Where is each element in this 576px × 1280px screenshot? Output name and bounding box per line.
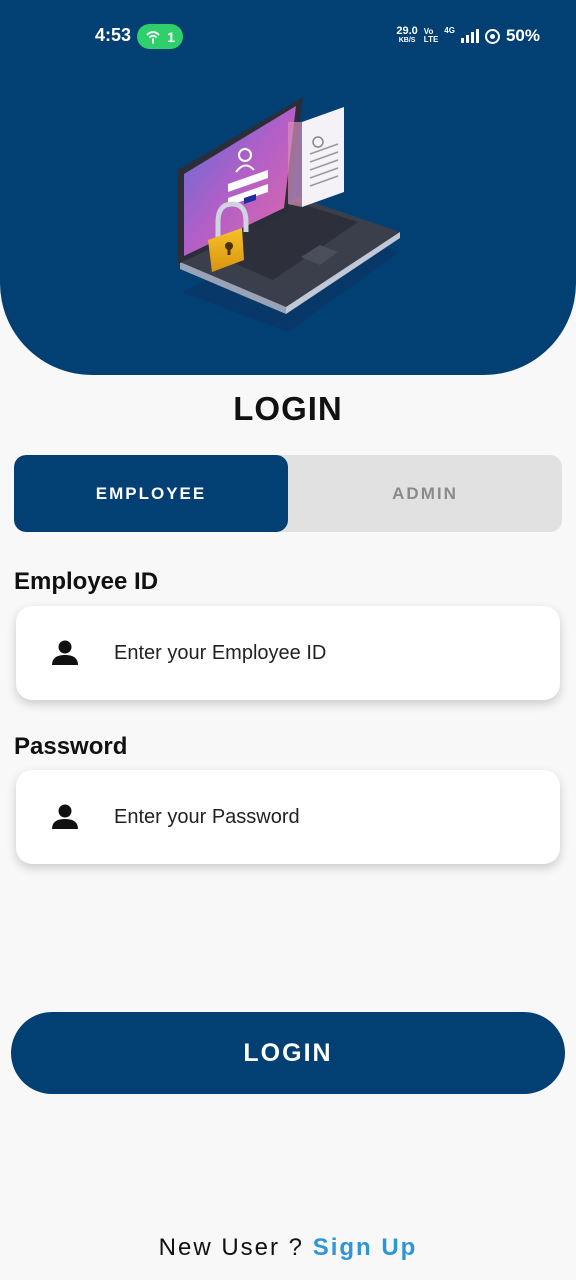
- hotspot-icon: [146, 30, 160, 43]
- status-bar: 4:53 1 29.0 KB/S Vo LTE 4G 50%: [0, 0, 576, 72]
- signal-icon: [460, 29, 479, 43]
- status-indicators: 29.0 KB/S Vo LTE 4G 50%: [396, 26, 540, 46]
- tab-admin[interactable]: ADMIN: [288, 455, 562, 532]
- network-type: 4G: [444, 26, 455, 35]
- new-user-text: New User ?: [158, 1234, 313, 1261]
- speed-value: 29.0: [396, 25, 418, 37]
- login-screen: 4:53 1 29.0 KB/S Vo LTE 4G 50% LOGIN EMP…: [0, 0, 576, 1280]
- status-time: 4:53: [95, 25, 132, 45]
- hotspot-count: 1: [167, 28, 175, 45]
- volte-indicator: Vo LTE: [424, 28, 439, 44]
- employee-id-label: Employee ID: [14, 568, 159, 595]
- employee-id-field[interactable]: [16, 606, 560, 700]
- hotspot-badge: 1: [137, 24, 183, 49]
- battery-saver-icon: [484, 28, 500, 44]
- role-tabs: EMPLOYEE ADMIN: [14, 455, 562, 532]
- password-field[interactable]: [16, 770, 560, 864]
- network-speed: 29.0 KB/S: [396, 25, 418, 45]
- page-title: LOGIN: [233, 390, 343, 427]
- password-input[interactable]: [114, 805, 534, 829]
- password-label: Password: [14, 733, 128, 760]
- speed-unit: KB/S: [398, 37, 416, 44]
- login-button[interactable]: LOGIN: [11, 1012, 565, 1094]
- battery-level: 50%: [505, 26, 540, 45]
- volte-bottom: LTE: [423, 35, 439, 44]
- employee-id-input[interactable]: [114, 641, 534, 665]
- person-icon: [52, 804, 78, 829]
- laptop-lock-illustration: [178, 97, 400, 332]
- header-banner: 4:53 1 29.0 KB/S Vo LTE 4G 50%: [0, 0, 576, 375]
- signup-prompt: New User ? Sign Up: [0, 1234, 576, 1262]
- sign-up-link[interactable]: Sign Up: [313, 1234, 418, 1261]
- person-icon: [52, 640, 78, 665]
- tab-employee[interactable]: EMPLOYEE: [14, 455, 288, 532]
